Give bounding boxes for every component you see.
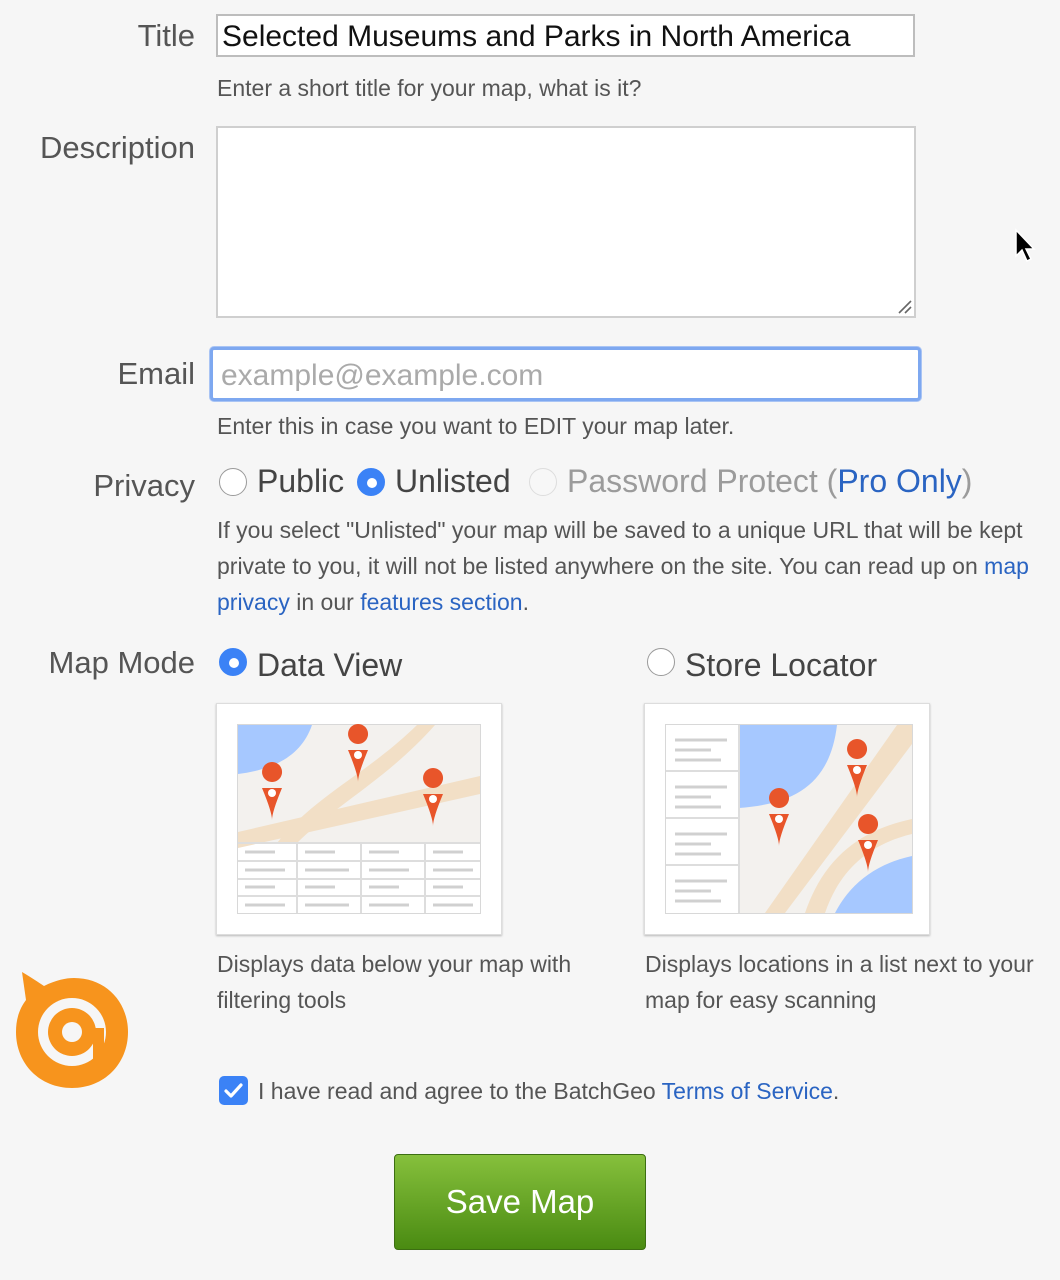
privacy-unlisted-label[interactable]: Unlisted [395,463,511,500]
store-locator-radio[interactable] [647,648,675,676]
resize-handle-icon[interactable] [896,298,912,314]
title-input[interactable]: Selected Museums and Parks in North Amer… [216,14,915,57]
store-locator-label[interactable]: Store Locator [685,647,877,684]
data-view-preview[interactable] [216,703,502,935]
email-help-text: Enter this in case you want to EDIT your… [217,413,735,439]
terms-checkbox[interactable] [219,1076,248,1105]
terms-of-service-link[interactable]: Terms of Service [662,1078,833,1104]
privacy-label: Privacy [93,468,195,503]
email-placeholder: example@example.com [221,359,544,392]
privacy-unlisted-radio[interactable] [357,468,385,496]
privacy-paren-close: ) [961,463,973,499]
store-locator-description: Displays locations in a list next to you… [645,951,1034,1013]
map-mode-label: Map Mode [48,645,195,680]
batchgeo-logo-icon [16,972,128,1088]
store-locator-illustration [665,724,913,914]
privacy-paren-open: ( [817,463,838,499]
features-section-link[interactable]: features section [360,589,522,615]
data-view-label[interactable]: Data View [257,647,402,684]
privacy-password-radio [529,468,557,496]
privacy-password-option: Password Protect (Pro Only) [567,463,972,500]
terms-text: I have read and agree to the BatchGeo Te… [258,1073,839,1109]
privacy-help-part1: If you select "Unlisted" your map will b… [217,517,1023,579]
description-textarea[interactable] [216,126,916,318]
checkmark-icon [224,1083,243,1098]
save-map-button[interactable]: Save Map [394,1154,646,1250]
data-view-radio[interactable] [219,648,247,676]
privacy-help-part3: . [522,589,529,615]
terms-period: . [832,1078,840,1104]
store-locator-preview[interactable] [644,703,930,935]
title-help-text: Enter a short title for your map, what i… [217,75,642,101]
data-view-description: Displays data below your map with filter… [217,951,572,1013]
email-input[interactable]: example@example.com [210,347,921,401]
privacy-public-radio[interactable] [219,468,247,496]
terms-label: I have read and agree to the BatchGeo [258,1078,662,1104]
pro-only-link[interactable]: Pro Only [837,463,961,499]
privacy-password-label: Password Protect [567,463,818,499]
mouse-cursor-icon [1015,228,1036,263]
description-label: Description [39,130,195,165]
privacy-public-label[interactable]: Public [257,463,344,500]
data-view-illustration [237,724,481,914]
privacy-help-text: If you select "Unlisted" your map will b… [217,512,1052,620]
privacy-help-part2: in our [289,589,361,615]
email-label: Email [117,356,195,391]
title-label: Title [137,18,195,53]
